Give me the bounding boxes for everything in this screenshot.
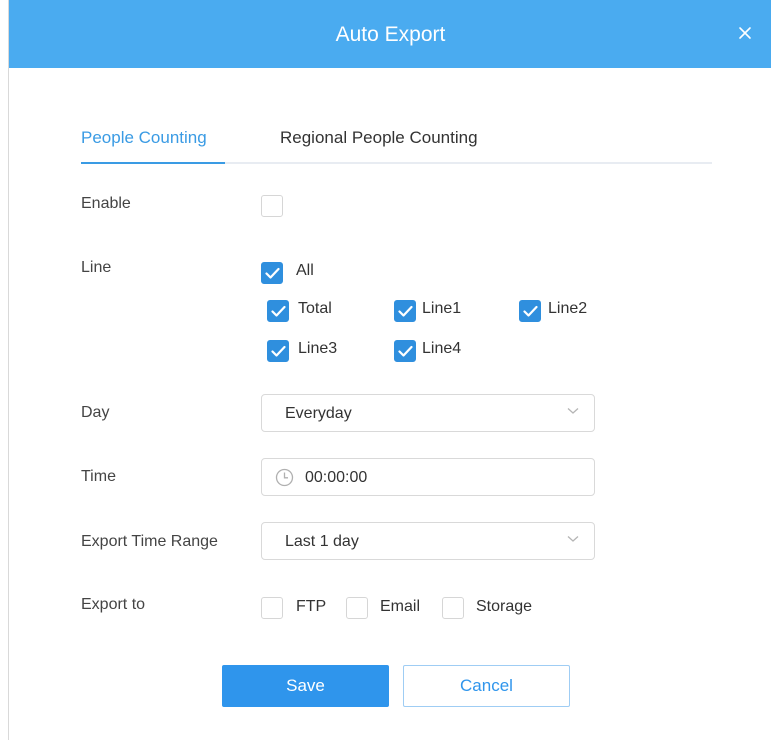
close-icon[interactable]: [736, 24, 754, 42]
tab-people-counting[interactable]: People Counting: [81, 128, 207, 148]
active-tab-indicator: [81, 162, 225, 164]
auto-export-dialog: Auto Export People Counting Regional Peo…: [8, 0, 771, 740]
line-all-checkbox[interactable]: [261, 262, 283, 284]
checkmark-icon: [265, 267, 280, 279]
time-input[interactable]: 00:00:00: [261, 458, 595, 496]
line4-checkbox[interactable]: [394, 340, 416, 362]
line1-checkbox[interactable]: [394, 300, 416, 322]
checkmark-icon: [271, 345, 286, 357]
export-ftp-checkbox[interactable]: [261, 597, 283, 619]
enable-checkbox[interactable]: [261, 195, 283, 217]
export-email-label: Email: [380, 598, 421, 615]
chevron-down-icon: [567, 536, 579, 542]
line2-label: Line2: [548, 300, 588, 317]
export-to-label: Export to: [81, 596, 146, 613]
enable-label: Enable: [81, 195, 131, 212]
line-total-checkbox[interactable]: [267, 300, 289, 322]
tab-bar: People Counting Regional People Counting: [81, 122, 712, 164]
checkmark-icon: [398, 345, 413, 357]
line-label: Line: [81, 259, 112, 276]
checkmark-icon: [398, 305, 413, 317]
dialog-header: Auto Export: [9, 0, 771, 68]
checkmark-icon: [271, 305, 286, 317]
day-label: Day: [81, 404, 110, 421]
time-input-value: 00:00:00: [305, 469, 368, 486]
export-email-checkbox[interactable]: [346, 597, 368, 619]
line4-label: Line4: [422, 340, 462, 357]
export-time-range-select[interactable]: Last 1 day: [261, 522, 595, 560]
dialog-title: Auto Export: [335, 23, 446, 46]
clock-icon: [275, 468, 294, 487]
export-time-range-value: Last 1 day: [285, 533, 359, 550]
tab-regional-people-counting[interactable]: Regional People Counting: [280, 128, 478, 148]
export-ftp-label: FTP: [296, 598, 327, 615]
chevron-down-icon: [567, 408, 579, 414]
line-all-label: All: [296, 262, 314, 279]
line-total-label: Total: [298, 300, 332, 317]
export-storage-checkbox[interactable]: [442, 597, 464, 619]
save-button[interactable]: Save: [222, 665, 389, 707]
time-label: Time: [81, 468, 116, 485]
line3-label: Line3: [298, 340, 338, 357]
checkmark-icon: [523, 305, 538, 317]
cancel-button[interactable]: Cancel: [403, 665, 570, 707]
export-storage-label: Storage: [476, 598, 533, 615]
export-time-range-label: Export Time Range: [81, 533, 218, 550]
day-select[interactable]: Everyday: [261, 394, 595, 432]
line1-label: Line1: [422, 300, 462, 317]
line2-checkbox[interactable]: [519, 300, 541, 322]
line3-checkbox[interactable]: [267, 340, 289, 362]
day-select-value: Everyday: [285, 405, 352, 422]
